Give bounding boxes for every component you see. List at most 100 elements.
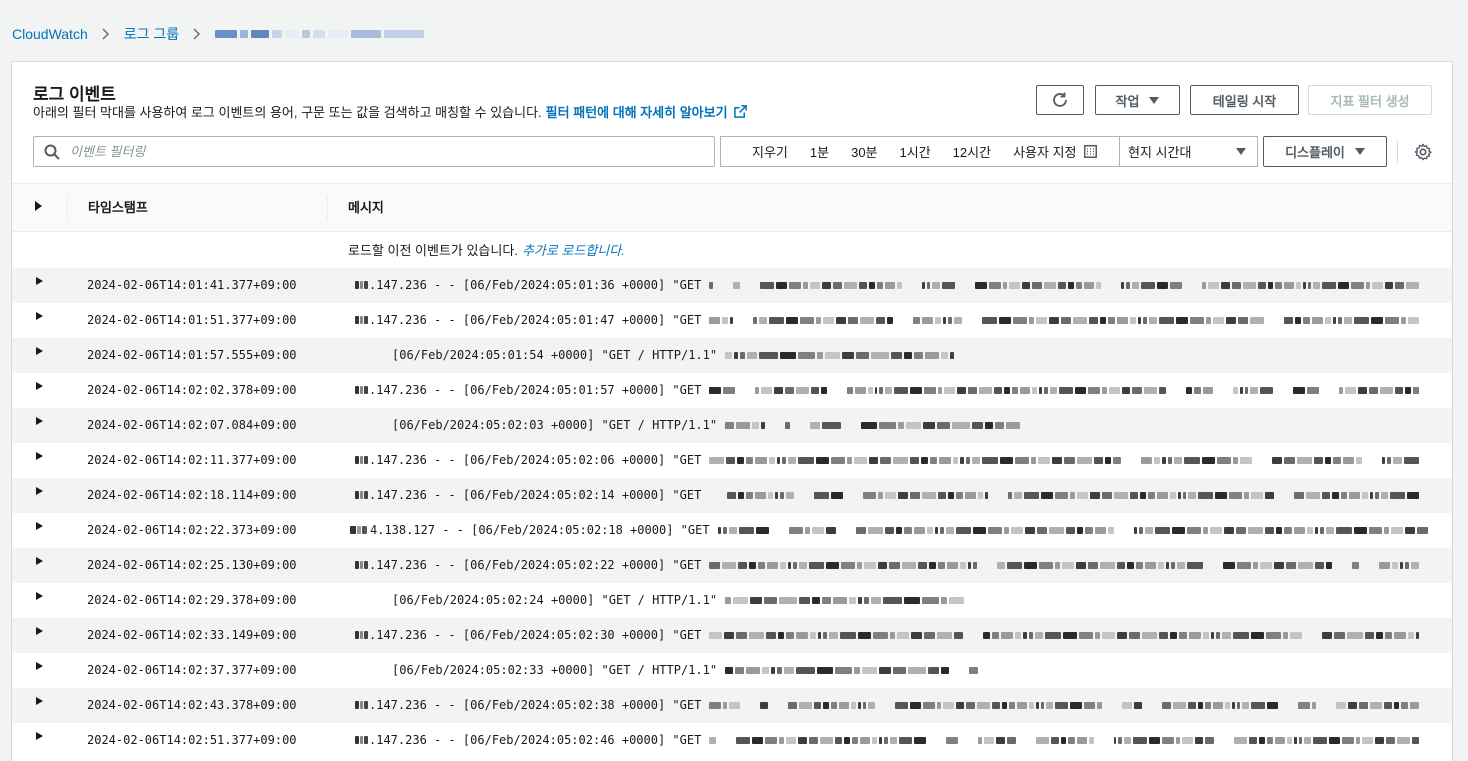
redacted-ip-prefix <box>355 281 368 289</box>
breadcrumb: CloudWatch 로그 그룹 <box>12 24 425 44</box>
filter-events-input[interactable] <box>70 144 714 159</box>
time-range-selector: 지우기 1분 30분 1시간 12시간 사용자 지정 <box>720 136 1120 167</box>
expand-row-toggle-icon[interactable] <box>36 732 43 740</box>
start-tailing-button[interactable]: 테일링 시작 <box>1190 85 1299 115</box>
external-link-icon <box>733 105 747 118</box>
redacted-message-content <box>709 736 1420 744</box>
column-header-timestamp[interactable]: 타임스탬프 <box>67 196 148 220</box>
redacted-message-content <box>725 421 1021 429</box>
column-header-message[interactable]: 메시지 <box>327 196 384 220</box>
redacted-ip-prefix <box>355 316 368 324</box>
redacted-message-content <box>709 316 1420 324</box>
table-row[interactable]: 2024-02-06T14:02:02.378+09:00 .147.236 - … <box>12 373 1452 408</box>
table-row[interactable]: 2024-02-06T14:01:41.377+09:00 .147.236 - … <box>12 268 1452 303</box>
expand-row-toggle-icon[interactable] <box>36 277 43 285</box>
expand-row-toggle-icon[interactable] <box>36 452 43 460</box>
toolbar-divider <box>1397 141 1398 163</box>
redacted-ip-prefix <box>355 456 368 464</box>
panel-description: 아래의 필터 막대를 사용하여 로그 이벤트의 용어, 구문 또는 값을 검색하… <box>33 102 747 121</box>
table-row[interactable]: 2024-02-06T14:02:33.149+09:00 .147.236 - … <box>12 618 1452 653</box>
row-message-text: .147.236 - - [06/Feb/2024:05:01:47 +0000… <box>369 313 702 327</box>
learn-filter-patterns-link[interactable]: 필터 패턴에 대해 자세히 알아보기 <box>546 102 747 121</box>
expand-row-toggle-icon[interactable] <box>36 312 43 320</box>
redacted-message-content <box>709 456 1420 464</box>
expand-row-toggle-icon[interactable] <box>36 487 43 495</box>
range-clear[interactable]: 지우기 <box>721 142 799 161</box>
timezone-select[interactable]: 현지 시간대 <box>1119 136 1258 167</box>
expand-row-toggle-icon[interactable] <box>36 382 43 390</box>
log-events-table: 타임스탬프 메시지 로드할 이전 이벤트가 있습니다. 추가로 로드합니다. 20… <box>12 183 1452 758</box>
redacted-message-content <box>709 631 1420 639</box>
table-row[interactable]: 2024-02-06T14:02:29.378+09:00 [06/Feb/202… <box>12 583 1452 618</box>
breadcrumb-log-groups-link[interactable]: 로그 그룹 <box>124 24 179 44</box>
row-timestamp: 2024-02-06T14:02:29.378+09:00 <box>87 593 297 607</box>
row-message-text: .147.236 - - [06/Feb/2024:05:01:57 +0000… <box>369 383 702 397</box>
display-label: 디스플레이 <box>1285 145 1345 160</box>
expand-row-toggle-icon[interactable] <box>36 557 43 565</box>
row-timestamp: 2024-02-06T14:01:51.377+09:00 <box>87 313 297 327</box>
row-message: [06/Feb/2024:05:02:24 +0000] "GET / HTTP… <box>392 593 965 607</box>
redacted-message-content <box>725 666 979 674</box>
row-timestamp: 2024-02-06T14:02:07.084+09:00 <box>87 418 297 432</box>
table-row[interactable]: 2024-02-06T14:01:57.555+09:00 [06/Feb/202… <box>12 338 1452 373</box>
expand-row-toggle-icon[interactable] <box>36 522 43 530</box>
row-message-text: 4.138.127 - - [06/Feb/2024:05:02:18 +000… <box>370 523 710 537</box>
row-timestamp: 2024-02-06T14:02:11.377+09:00 <box>87 453 297 467</box>
table-row[interactable]: 2024-02-06T14:01:51.377+09:00 .147.236 - … <box>12 303 1452 338</box>
calendar-icon <box>1084 145 1098 158</box>
expand-row-toggle-icon[interactable] <box>36 627 43 635</box>
row-message: 4.138.127 - - [06/Feb/2024:05:02:18 +000… <box>350 523 1428 537</box>
table-row[interactable]: 2024-02-06T14:02:37.377+09:00 [06/Feb/202… <box>12 653 1452 688</box>
range-custom-label: 사용자 지정 <box>1013 145 1077 160</box>
row-message: .147.236 - - [06/Feb/2024:05:02:46 +0000… <box>355 733 1420 747</box>
redacted-ip-prefix <box>355 631 368 639</box>
expand-row-toggle-icon[interactable] <box>36 592 43 600</box>
table-row[interactable]: 2024-02-06T14:02:18.114+09:00 .147.236 - … <box>12 478 1452 513</box>
table-row[interactable]: 2024-02-06T14:02:25.130+09:00 .147.236 - … <box>12 548 1452 583</box>
row-message-text: [06/Feb/2024:05:01:54 +0000] "GET / HTTP… <box>392 348 718 362</box>
range-1h[interactable]: 1시간 <box>889 142 942 161</box>
row-timestamp: 2024-02-06T14:02:51.377+09:00 <box>87 733 297 747</box>
expand-row-toggle-icon[interactable] <box>36 662 43 670</box>
row-message-text: .147.236 - - [06/Feb/2024:05:02:22 +0000… <box>369 558 702 572</box>
row-timestamp: 2024-02-06T14:01:57.555+09:00 <box>87 348 297 362</box>
gear-icon[interactable] <box>1414 143 1432 161</box>
row-timestamp: 2024-02-06T14:02:33.149+09:00 <box>87 628 297 642</box>
table-row[interactable]: 2024-02-06T14:02:22.373+09:00 4.138.127 -… <box>12 513 1452 548</box>
expand-all-toggle-icon[interactable] <box>35 201 42 211</box>
row-message: .147.236 - - [06/Feb/2024:05:02:38 +0000… <box>355 698 1420 712</box>
caret-down-icon <box>1236 148 1246 155</box>
chevron-right-icon <box>102 28 110 40</box>
table-row[interactable]: 2024-02-06T14:02:11.377+09:00 .147.236 - … <box>12 443 1452 478</box>
redacted-message-content <box>717 526 1428 534</box>
range-30m[interactable]: 30분 <box>840 142 888 161</box>
refresh-icon <box>1053 92 1067 107</box>
table-row[interactable]: 2024-02-06T14:02:43.378+09:00 .147.236 - … <box>12 688 1452 723</box>
row-message: .147.236 - - [06/Feb/2024:05:01:57 +0000… <box>355 383 1420 397</box>
display-dropdown-button[interactable]: 디스플레이 <box>1263 136 1387 167</box>
log-events-rows: 2024-02-06T14:01:41.377+09:00 .147.236 - … <box>12 268 1452 758</box>
range-1m[interactable]: 1분 <box>799 142 840 161</box>
expand-row-toggle-icon[interactable] <box>36 347 43 355</box>
table-row[interactable]: 2024-02-06T14:02:07.084+09:00 [06/Feb/202… <box>12 408 1452 443</box>
redacted-message-content <box>709 281 1420 289</box>
expand-row-toggle-icon[interactable] <box>36 697 43 705</box>
row-message: .147.236 - - [06/Feb/2024:05:02:06 +0000… <box>355 453 1420 467</box>
redacted-message-content <box>709 491 1420 499</box>
load-more-link[interactable]: 추가로 로드합니다. <box>522 243 625 258</box>
row-message: [06/Feb/2024:05:01:54 +0000] "GET / HTTP… <box>392 348 955 362</box>
row-timestamp: 2024-02-06T14:01:41.377+09:00 <box>87 278 297 292</box>
breadcrumb-cloudwatch-link[interactable]: CloudWatch <box>12 26 88 42</box>
refresh-button[interactable] <box>1036 85 1084 115</box>
caret-down-icon <box>1354 148 1365 155</box>
actions-dropdown-button[interactable]: 작업 <box>1095 85 1180 115</box>
expand-row-toggle-icon[interactable] <box>36 417 43 425</box>
redacted-message-content <box>709 701 1420 709</box>
create-metric-filter-button[interactable]: 지표 필터 생성 <box>1308 85 1432 115</box>
timezone-value: 현지 시간대 <box>1128 145 1192 160</box>
actions-label: 작업 <box>1115 93 1140 109</box>
row-timestamp: 2024-02-06T14:02:25.130+09:00 <box>87 558 297 572</box>
range-12h[interactable]: 12시간 <box>942 142 1002 161</box>
range-custom[interactable]: 사용자 지정 <box>1002 142 1098 161</box>
load-older-events-row: 로드할 이전 이벤트가 있습니다. 추가로 로드합니다. <box>12 232 1452 268</box>
